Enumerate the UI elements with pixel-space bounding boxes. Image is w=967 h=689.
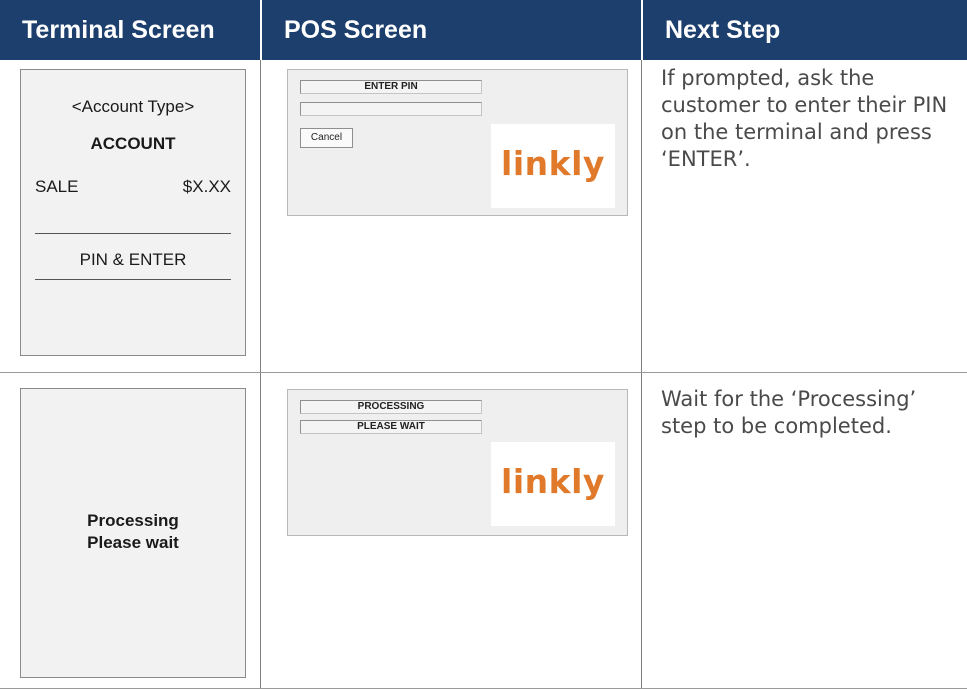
linkly-logo-text: linkly: [501, 462, 605, 501]
next-step-text: Wait for the ‘Processing’ step to be com…: [661, 387, 917, 438]
linkly-logo: linkly: [491, 124, 615, 208]
pos-screen-enter-pin: ENTER PIN Cancel linkly: [287, 69, 628, 216]
sale-label: SALE: [35, 177, 79, 196]
account-type-label: <Account Type>: [71, 97, 195, 116]
pin-enter-prompt: PIN & ENTER: [79, 250, 187, 269]
terminal-screen-enter-pin: <Account Type> ACCOUNT SALE $X.XX PIN & …: [20, 69, 246, 356]
cancel-button[interactable]: Cancel: [300, 128, 353, 148]
row-divider: [0, 372, 967, 373]
terminal-screen-processing: Processing Please wait: [20, 388, 246, 678]
header-next-step: Next Step: [643, 0, 967, 60]
next-step-text: If prompted, ask the customer to enter t…: [661, 66, 948, 171]
instruction-table: Terminal Screen POS Screen Next Step <Ac…: [0, 0, 967, 689]
header-pos-screen: POS Screen: [262, 0, 641, 60]
divider: [35, 233, 231, 234]
pos-input-field[interactable]: [300, 102, 482, 116]
pos-status-field: PROCESSING: [300, 400, 482, 414]
linkly-logo-text: linkly: [501, 144, 605, 183]
linkly-logo: linkly: [491, 442, 615, 526]
please-wait-label: Please wait: [87, 533, 179, 552]
header-terminal-screen: Terminal Screen: [0, 0, 260, 60]
processing-label: Processing: [87, 511, 179, 530]
sale-amount: $X.XX: [182, 177, 231, 196]
divider: [35, 279, 231, 280]
column-divider: [641, 60, 642, 689]
column-divider: [260, 60, 261, 689]
pos-status-field: ENTER PIN: [300, 80, 482, 94]
pos-status-field: PLEASE WAIT: [300, 420, 482, 434]
account-label: ACCOUNT: [90, 134, 176, 153]
pos-screen-processing: PROCESSING PLEASE WAIT linkly: [287, 389, 628, 536]
